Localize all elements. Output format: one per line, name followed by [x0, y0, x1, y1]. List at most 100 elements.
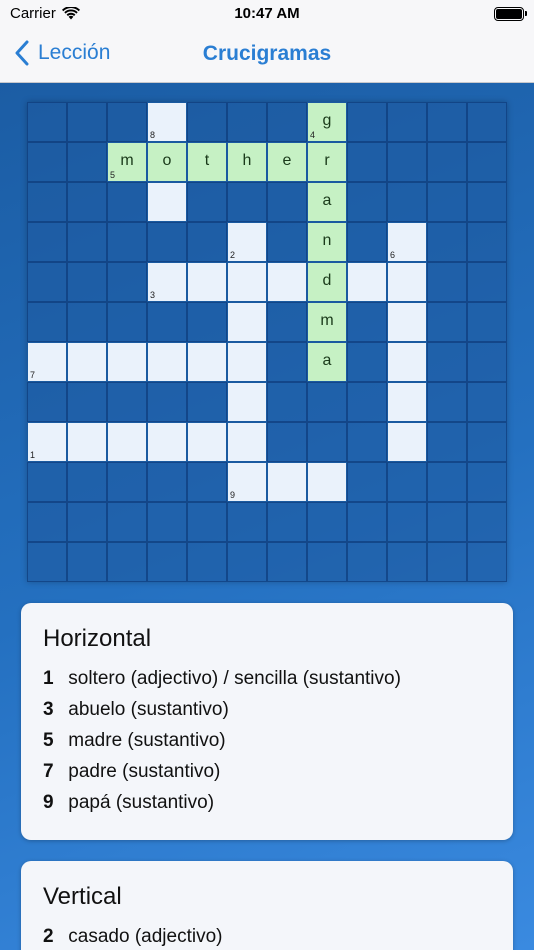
crossword-block	[67, 542, 107, 582]
crossword-block	[347, 462, 387, 502]
cell-letter: d	[322, 272, 332, 289]
crossword-cell[interactable]: t	[187, 142, 227, 182]
clue-item[interactable]: 3 abuelo (sustantivo)	[43, 694, 491, 725]
crossword-block	[147, 382, 187, 422]
crossword-block	[187, 382, 227, 422]
crossword-cell[interactable]	[107, 342, 147, 382]
crossword-cell[interactable]	[227, 422, 267, 462]
clue-item[interactable]: 7 padre (sustantivo)	[43, 756, 491, 787]
crossword-block	[387, 102, 427, 142]
crossword-block	[227, 182, 267, 222]
crossword-block	[347, 222, 387, 262]
crossword-cell[interactable]: 3	[147, 262, 187, 302]
crossword-block	[427, 262, 467, 302]
crossword-cell[interactable]: m	[307, 302, 347, 342]
clue-item[interactable]: 1 soltero (adjectivo) / sencilla (sustan…	[43, 663, 491, 694]
crossword-block	[67, 222, 107, 262]
cell-letter: o	[162, 152, 172, 169]
clue-item[interactable]: 9 papá (sustantivo)	[43, 787, 491, 818]
crossword-cell[interactable]	[387, 302, 427, 342]
crossword-cell[interactable]: a	[307, 342, 347, 382]
crossword-block	[307, 502, 347, 542]
crossword-cell[interactable]: 8	[147, 102, 187, 142]
crossword-block	[67, 182, 107, 222]
crossword-cell[interactable]: d	[307, 262, 347, 302]
crossword-cell[interactable]	[227, 302, 267, 342]
crossword-cell[interactable]: 2	[227, 222, 267, 262]
crossword-block	[347, 342, 387, 382]
crossword-block	[27, 302, 67, 342]
cell-letter: r	[324, 152, 330, 169]
crossword-cell[interactable]	[187, 262, 227, 302]
status-bar: Carrier 10:47 AM	[0, 0, 534, 28]
crossword-block	[27, 382, 67, 422]
cell-number: 6	[390, 250, 396, 260]
cell-letter: m	[320, 312, 334, 329]
cell-letter: h	[242, 152, 252, 169]
crossword-cell[interactable]: 6	[387, 222, 427, 262]
crossword-block	[427, 342, 467, 382]
crossword-block	[27, 542, 67, 582]
crossword-cell[interactable]	[147, 422, 187, 462]
crossword-cell[interactable]	[387, 382, 427, 422]
crossword-block	[187, 502, 227, 542]
crossword-block	[427, 502, 467, 542]
crossword-cell[interactable]: 7	[27, 342, 67, 382]
crossword-block	[467, 102, 507, 142]
clue-item[interactable]: 5 madre (sustantivo)	[43, 725, 491, 756]
clue-number: 9	[43, 792, 54, 813]
crossword-block	[107, 542, 147, 582]
cell-letter: n	[322, 232, 332, 249]
crossword-cell[interactable]: 9	[227, 462, 267, 502]
crossword-cell[interactable]	[267, 462, 307, 502]
crossword-block	[27, 182, 67, 222]
clue-number: 5	[43, 730, 54, 751]
crossword-cell[interactable]: 1	[27, 422, 67, 462]
crossword-block	[427, 182, 467, 222]
crossword-block	[427, 542, 467, 582]
crossword-cell[interactable]: r	[307, 142, 347, 182]
clue-item[interactable]: 2 casado (adjectivo)	[43, 921, 491, 950]
page-title: Crucigramas	[202, 42, 332, 65]
clue-text: soltero (adjectivo) / sencilla (sustanti…	[68, 668, 401, 689]
crossword-cell[interactable]: e	[267, 142, 307, 182]
crossword-cell[interactable]	[147, 182, 187, 222]
crossword-cell[interactable]: n	[307, 222, 347, 262]
crossword-cell[interactable]	[187, 422, 227, 462]
crossword-cell[interactable]: h	[227, 142, 267, 182]
crossword-cell[interactable]	[147, 342, 187, 382]
cell-number: 3	[150, 290, 156, 300]
crossword-cell[interactable]	[227, 382, 267, 422]
cell-number: 5	[110, 170, 116, 180]
crossword-cell[interactable]: 4g	[307, 102, 347, 142]
crossword-cell[interactable]	[387, 342, 427, 382]
crossword-block	[267, 222, 307, 262]
crossword-cell[interactable]	[387, 422, 427, 462]
crossword-block	[467, 142, 507, 182]
crossword-cell[interactable]	[67, 342, 107, 382]
crossword-cell[interactable]	[307, 462, 347, 502]
crossword-cell[interactable]: 5m	[107, 142, 147, 182]
crossword-cell[interactable]	[387, 262, 427, 302]
crossword-cell[interactable]	[67, 422, 107, 462]
crossword-cell[interactable]	[187, 342, 227, 382]
crossword-block	[67, 142, 107, 182]
crossword-cell[interactable]	[107, 422, 147, 462]
crossword-block	[27, 142, 67, 182]
crossword-cell[interactable]	[267, 262, 307, 302]
crossword-cell[interactable]	[347, 262, 387, 302]
crossword-cell[interactable]: o	[147, 142, 187, 182]
clue-text: abuelo (sustantivo)	[68, 699, 229, 720]
crossword-block	[147, 222, 187, 262]
crossword-block	[67, 502, 107, 542]
cell-letter: a	[322, 352, 332, 369]
crossword-cell[interactable]	[227, 342, 267, 382]
crossword-cell[interactable]	[227, 262, 267, 302]
crossword-block	[467, 502, 507, 542]
crossword-block	[267, 382, 307, 422]
cell-number: 2	[230, 250, 236, 260]
crossword-block	[147, 502, 187, 542]
crossword-cell[interactable]: a	[307, 182, 347, 222]
crossword-block	[147, 302, 187, 342]
horizontal-heading: Horizontal	[43, 625, 152, 652]
